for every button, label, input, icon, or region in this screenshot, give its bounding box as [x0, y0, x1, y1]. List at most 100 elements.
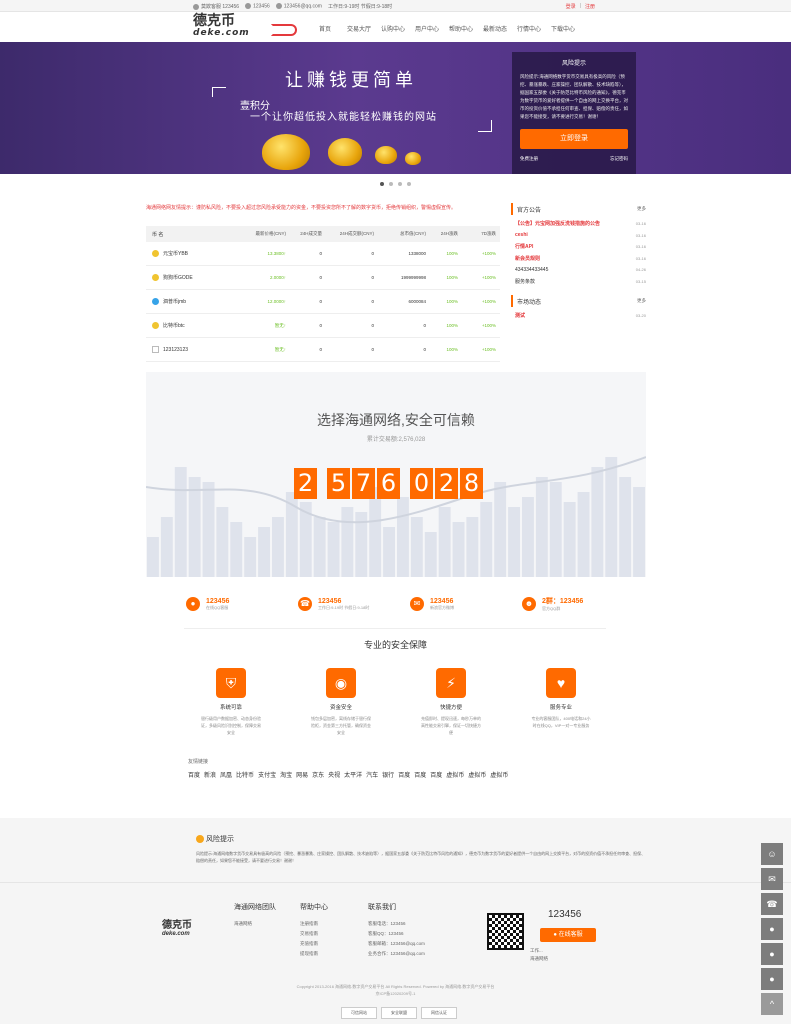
footer-link[interactable]: 海通网络: [234, 919, 276, 929]
friend-link[interactable]: 太平洋: [344, 770, 362, 779]
footer-help: 帮助中心 注册指南 交易指南 充值指南 提现指南: [300, 903, 328, 959]
nav-download[interactable]: 下载中心: [546, 24, 580, 33]
news-date: 03-15: [635, 278, 646, 284]
qq-icon[interactable]: ●: [761, 918, 783, 940]
background-bar: [480, 502, 493, 577]
login-now-button[interactable]: 立即登录: [520, 129, 628, 149]
divider: [184, 628, 606, 629]
friend-link[interactable]: 央视: [328, 770, 340, 779]
qq-icon[interactable]: ●: [761, 968, 783, 990]
banner-frame-corner: [212, 87, 226, 97]
carousel-dot[interactable]: [407, 182, 411, 186]
nav-subscribe[interactable]: 认购中心: [376, 24, 410, 33]
decorative-bar-chart: [146, 456, 646, 577]
footer-link[interactable]: 提现指南: [300, 949, 328, 959]
friend-link[interactable]: 百度: [430, 770, 442, 779]
friend-link[interactable]: 支付宝: [258, 770, 276, 779]
carousel-dot[interactable]: [398, 182, 402, 186]
friend-link[interactable]: 银行: [382, 770, 394, 779]
contact-value: 2群：123456: [542, 598, 584, 605]
news-item[interactable]: ceshi 03-16: [511, 230, 646, 242]
background-bar: [535, 477, 548, 577]
banner-line2: 一个让你超低投入就能轻松赚钱的网站: [250, 112, 437, 123]
coin-cap: 1338000: [408, 251, 426, 256]
separator: |: [579, 3, 581, 9]
background-bar: [230, 522, 243, 577]
notices-more-link[interactable]: 更多: [637, 206, 646, 212]
market-news-more-link[interactable]: 更多: [637, 298, 646, 304]
friend-link[interactable]: 虚拟币: [490, 770, 508, 779]
footer-link[interactable]: 交易指南: [300, 929, 328, 939]
counter-digit: 2: [435, 468, 458, 499]
login-link[interactable]: 登录: [566, 3, 576, 10]
nav-market[interactable]: 行情中心: [512, 24, 546, 33]
nav-user[interactable]: 用户中心: [410, 24, 444, 33]
news-item[interactable]: 【公告】元宝网加强反洗钱措施的公告 03-16: [511, 218, 646, 230]
trust-badge[interactable]: 安全联盟: [381, 1007, 417, 1019]
notices-title: 官方公告: [517, 207, 542, 214]
contact-qq[interactable]: ● 123456 在线QQ客服: [146, 584, 258, 624]
contact-phone[interactable]: ☎ 123456 工作日:9-19时 节假日:9-18时: [258, 584, 370, 624]
gold-pot-icon: [375, 146, 397, 164]
free-register-link[interactable]: 免费注册: [520, 156, 538, 162]
friend-link[interactable]: 虚拟币: [446, 770, 464, 779]
phone-icon[interactable]: ☎: [761, 893, 783, 915]
carousel-dot[interactable]: [380, 182, 384, 186]
news-title: 434334433445: [515, 266, 549, 273]
friend-link[interactable]: 京东: [312, 770, 324, 779]
qq-icon[interactable]: ●: [761, 943, 783, 965]
friend-link[interactable]: 百度: [188, 770, 200, 779]
email-info[interactable]: 123456@qq.com: [275, 3, 322, 10]
friend-link[interactable]: 百度: [414, 770, 426, 779]
friend-link[interactable]: 网易: [296, 770, 308, 779]
friend-link[interactable]: 新浪: [204, 770, 216, 779]
friend-link[interactable]: 凤凰: [220, 770, 232, 779]
trust-badge[interactable]: 可信网站: [341, 1007, 377, 1019]
table-row[interactable]: 狗狗币GODE 2.0000↑ 0 0 1999999998 100% +100%: [146, 266, 500, 290]
table-row[interactable]: 元宝币YBB 13.3800↑ 0 0 1338000 100% +100%: [146, 242, 500, 266]
arrow-up-icon[interactable]: ^: [761, 993, 783, 1015]
chat-icon[interactable]: ☺: [761, 843, 783, 865]
friend-link[interactable]: 百度: [398, 770, 410, 779]
background-bar: [438, 507, 451, 577]
nav-help[interactable]: 帮助中心: [444, 24, 478, 33]
coin-vol: 0: [319, 275, 322, 280]
nav-home[interactable]: 首页: [308, 24, 342, 33]
table-row[interactable]: 123123123 暂无↑ 0 0 0 100% +100%: [146, 338, 500, 362]
friend-link[interactable]: 虚拟币: [468, 770, 486, 779]
counter-digit: 5: [327, 468, 350, 499]
register-link[interactable]: 注册: [585, 3, 595, 10]
footer-contact: 联系我们 客服电话：123456 客服QQ：123456 客服邮箱：123456…: [368, 903, 425, 959]
news-item[interactable]: 服务条款 03-15: [511, 276, 646, 288]
site-logo[interactable]: 德克币 deke.com: [193, 14, 303, 40]
coin-cap: 1999999998: [400, 275, 426, 280]
footer-link[interactable]: 注册指南: [300, 919, 328, 929]
footer-link[interactable]: 充值指南: [300, 939, 328, 949]
news-item[interactable]: 行情API 03-16: [511, 241, 646, 253]
trust-badge[interactable]: 网信认证: [421, 1007, 457, 1019]
footer-logo[interactable]: 德克币 deke.com: [162, 921, 192, 938]
nav-news[interactable]: 最新动态: [478, 24, 512, 33]
friend-link[interactable]: 比特币: [236, 770, 254, 779]
hero-banner[interactable]: 让赚钱更简单 壹积分 一个让你超低投入就能轻松赚钱的网站 风险提示 风险提示:海…: [0, 42, 791, 174]
background-bar: [452, 522, 465, 577]
nav-trade[interactable]: 交易大厅: [342, 24, 376, 33]
news-item[interactable]: 新会员规则 03-16: [511, 253, 646, 265]
table-row[interactable]: 比特币btc 暂无↑ 0 0 0 100% +100%: [146, 314, 500, 338]
news-item[interactable]: 测试 03-20: [511, 310, 646, 322]
contact-group[interactable]: ☻ 2群：123456 官方QQ群: [482, 584, 594, 624]
news-date: 04-26: [635, 267, 646, 273]
online-service-button[interactable]: ● 在线客服: [540, 928, 596, 942]
contact-weibo[interactable]: ✉ 123456 新浪官方微博: [370, 584, 482, 624]
coin-price: 暂无↑: [274, 322, 286, 328]
friend-link[interactable]: 淘宝: [280, 770, 292, 779]
forgot-password-link[interactable]: 忘记密码: [610, 156, 628, 162]
table-row[interactable]: 泗普币jmb 12.0000↑ 0 0 6000084 100% +100%: [146, 290, 500, 314]
friend-link[interactable]: 汽车: [366, 770, 378, 779]
carousel-dots: [380, 182, 411, 186]
coin-icon: [152, 298, 159, 305]
qq-service[interactable]: 莫欺客服 123456: [193, 3, 239, 10]
carousel-dot[interactable]: [389, 182, 393, 186]
news-item[interactable]: 434334433445 04-26: [511, 264, 646, 276]
wechat-icon[interactable]: ✉: [761, 868, 783, 890]
